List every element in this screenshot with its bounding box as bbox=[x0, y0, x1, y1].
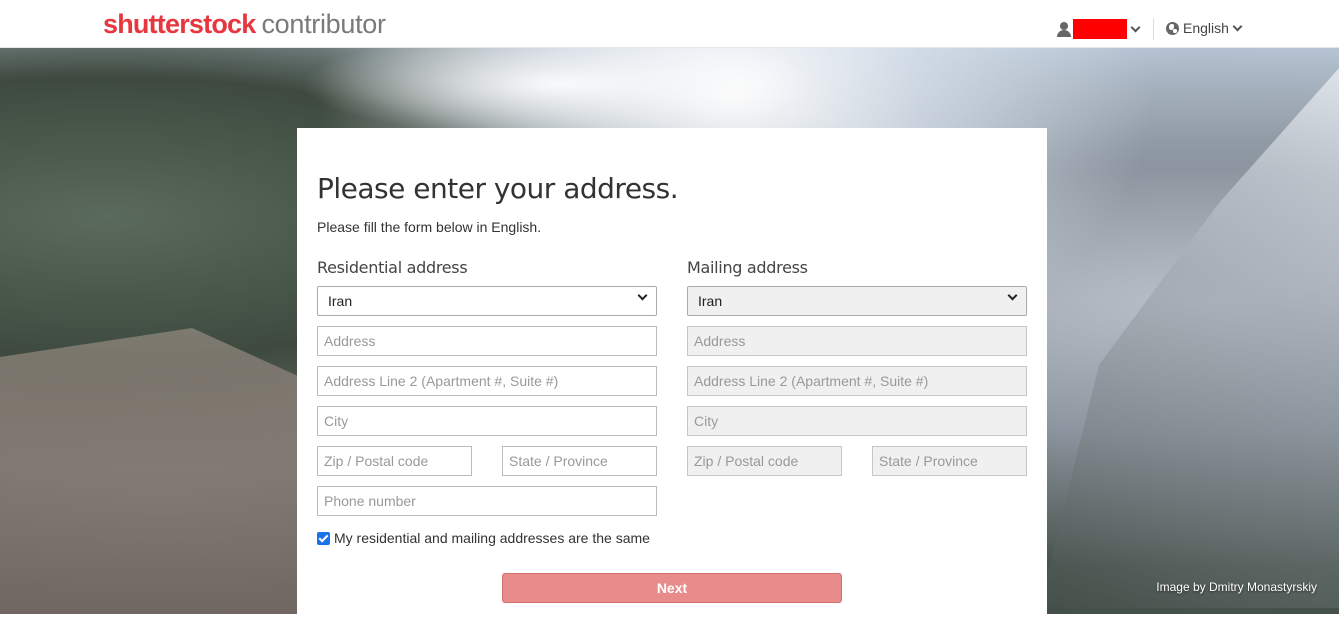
mailing-zip-input[interactable] bbox=[687, 446, 842, 476]
language-label: English bbox=[1183, 20, 1229, 36]
mailing-address-label: Mailing address bbox=[687, 258, 808, 277]
mailing-country-select[interactable]: Iran bbox=[687, 286, 1027, 316]
form-subtitle: Please fill the form below in English. bbox=[317, 219, 542, 235]
chevron-down-icon bbox=[1130, 22, 1141, 32]
next-button[interactable]: Next bbox=[502, 573, 842, 603]
user-name-redacted bbox=[1073, 19, 1127, 39]
residential-country-value: Iran bbox=[328, 293, 353, 309]
residential-zip-input[interactable] bbox=[317, 446, 472, 476]
logo-brand: shutterstock bbox=[103, 9, 256, 39]
residential-address2-input[interactable] bbox=[317, 366, 657, 396]
residential-city-input[interactable] bbox=[317, 406, 657, 436]
phone-number-input[interactable] bbox=[317, 486, 657, 516]
same-address-row[interactable]: My residential and mailing addresses are… bbox=[317, 530, 650, 546]
chevron-down-icon bbox=[637, 290, 648, 301]
image-credit: Image by Dmitry Monastyrskiy bbox=[1156, 580, 1317, 594]
logo-sub: contributor bbox=[261, 9, 386, 39]
same-address-label: My residential and mailing addresses are… bbox=[334, 530, 650, 546]
user-menu[interactable] bbox=[1057, 19, 1141, 39]
globe-icon bbox=[1166, 21, 1179, 35]
residential-country-select[interactable]: Iran bbox=[317, 286, 657, 316]
user-icon bbox=[1057, 21, 1071, 37]
same-address-checkbox[interactable] bbox=[317, 531, 330, 545]
address-form-card: Please enter your address. Please fill t… bbox=[297, 128, 1047, 621]
mailing-address2-input[interactable] bbox=[687, 366, 1027, 396]
language-menu[interactable]: English bbox=[1166, 20, 1243, 36]
top-header: shutterstock contributor English bbox=[0, 0, 1339, 48]
header-divider bbox=[1153, 18, 1154, 40]
residential-address-input[interactable] bbox=[317, 326, 657, 356]
chevron-down-icon bbox=[1007, 290, 1018, 301]
mailing-country-value: Iran bbox=[698, 293, 723, 309]
mailing-address-input[interactable] bbox=[687, 326, 1027, 356]
page-title: Please enter your address. bbox=[317, 172, 679, 205]
residential-address-label: Residential address bbox=[317, 258, 468, 277]
chevron-down-icon bbox=[1232, 21, 1243, 31]
mailing-state-input[interactable] bbox=[872, 446, 1027, 476]
shutterstock-logo[interactable]: shutterstock contributor bbox=[103, 6, 386, 42]
residential-state-input[interactable] bbox=[502, 446, 657, 476]
mailing-city-input[interactable] bbox=[687, 406, 1027, 436]
